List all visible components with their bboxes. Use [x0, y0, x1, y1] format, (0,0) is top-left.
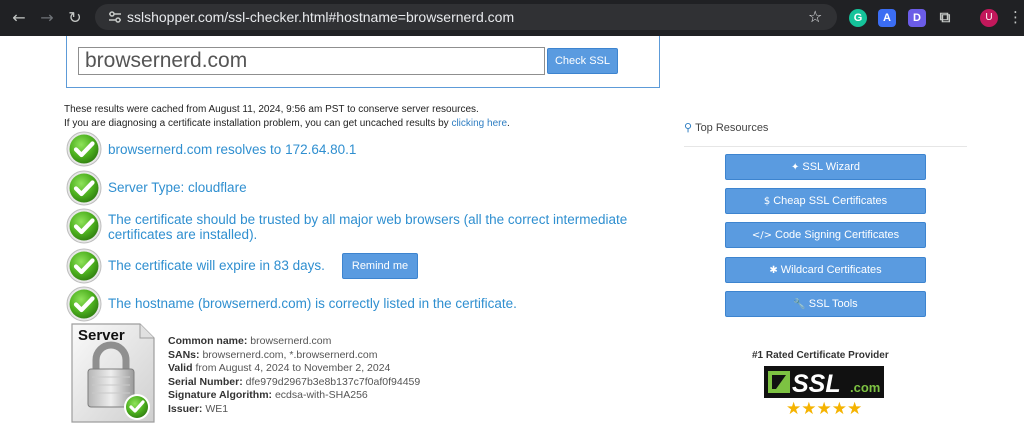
- hostname-input[interactable]: browsernerd.com: [78, 47, 545, 75]
- green-check-icon: [66, 170, 102, 206]
- valid-row: Valid from August 4, 2024 to November 2,…: [168, 362, 420, 376]
- code-signing-button[interactable]: </> Code Signing Certificates: [725, 222, 926, 248]
- cheap-ssl-label: Cheap SSL Certificates: [773, 195, 888, 207]
- top-resources-heading: ⚲ Top Resources: [684, 121, 768, 134]
- server-padlock-icon: Server: [71, 323, 155, 423]
- cache-notice-line1: These results were cached from August 11…: [64, 104, 479, 115]
- star-icon: ★: [801, 399, 817, 419]
- serial-label: Serial Number:: [168, 375, 243, 388]
- forward-icon[interactable]: →: [37, 8, 57, 28]
- sans-value: browsernerd.com, *.browsernerd.com: [202, 348, 378, 361]
- top-resources-title: Top Resources: [695, 122, 769, 134]
- common-name-value: browsernerd.com: [250, 335, 332, 347]
- serial-row: Serial Number: dfe979d2967b3e8b137c7f0af…: [168, 376, 420, 390]
- cache-notice: These results were cached from August 11…: [64, 103, 664, 131]
- star-icon: ★: [847, 399, 863, 419]
- wildcard-certificates-button[interactable]: ✱ Wildcard Certificates: [725, 257, 926, 283]
- common-name-label: Common name:: [168, 335, 248, 347]
- ssl-com-logo[interactable]: SSL .com: [764, 366, 884, 398]
- ssl-wizard-label: SSL Wizard: [802, 161, 861, 173]
- green-check-icon: [66, 131, 102, 167]
- wrench-icon: 🔧: [793, 299, 806, 310]
- issuer-row: Issuer: WE1: [168, 403, 420, 417]
- valid-value: from August 4, 2024 to November 2, 2024: [195, 362, 391, 374]
- wildcard-certificates-label: Wildcard Certificates: [780, 264, 882, 276]
- certificate-details: Common name: browsernerd.com SANs: brows…: [168, 335, 420, 416]
- provider-title: #1 Rated Certificate Provider: [752, 350, 889, 361]
- ssl-tools-label: SSL Tools: [808, 298, 858, 310]
- green-check-icon: [66, 208, 102, 244]
- serial-value: dfe979d2967b3e8b137c7f0af0f94459: [245, 375, 421, 388]
- remind-me-button[interactable]: Remind me: [342, 253, 418, 279]
- cheap-ssl-button[interactable]: $ Cheap SSL Certificates: [725, 188, 926, 214]
- cache-notice-line2: If you are diagnosing a certificate inst…: [64, 117, 664, 131]
- address-bar[interactable]: sslshopper.com/ssl-checker.html#hostname…: [95, 4, 837, 30]
- wand-icon: ✦: [790, 162, 800, 173]
- common-name-row: Common name: browsernerd.com: [168, 335, 420, 349]
- star-icon: ★: [831, 399, 847, 419]
- green-check-icon: [66, 248, 102, 284]
- issuer-label: Issuer:: [168, 402, 203, 415]
- result-text: The certificate will expire in 83 days.: [108, 258, 325, 273]
- grammarly-extension-icon[interactable]: G: [849, 9, 867, 27]
- ssl-tools-button[interactable]: 🔧 SSL Tools: [725, 291, 926, 317]
- cache-notice-suffix: .: [507, 118, 510, 129]
- ssl-logo-text: SSL: [792, 370, 841, 398]
- code-icon: </>: [751, 230, 772, 241]
- asterisk-icon: ✱: [769, 265, 778, 276]
- search-icon: ⚲: [684, 122, 693, 134]
- site-settings-icon[interactable]: [107, 9, 123, 25]
- star-icon: ★: [786, 399, 802, 419]
- valid-label: Valid: [168, 362, 193, 374]
- signature-algorithm-row: Signature Algorithm: ecdsa-with-SHA256: [168, 389, 420, 403]
- url-text[interactable]: sslshopper.com/ssl-checker.html#hostname…: [127, 9, 514, 25]
- profile-avatar[interactable]: U: [980, 9, 998, 27]
- uncached-results-link[interactable]: clicking here: [451, 118, 507, 129]
- result-text: The hostname (browsernerd.com) is correc…: [108, 296, 517, 311]
- ssl-logo-suffix: .com: [850, 380, 880, 395]
- sidebar-divider: [684, 146, 967, 147]
- check-ssl-button[interactable]: Check SSL: [547, 48, 618, 74]
- reload-icon[interactable]: ↻: [65, 8, 85, 28]
- rating-stars: ★★★★★: [786, 399, 862, 419]
- extensions-puzzle-icon[interactable]: ⧉: [936, 9, 954, 27]
- sans-row: SANs: browsernerd.com, *.browsernerd.com: [168, 349, 420, 363]
- translate-extension-icon[interactable]: A: [878, 9, 896, 27]
- browser-toolbar: ← → ↻ sslshopper.com/ssl-checker.html#ho…: [0, 0, 1024, 36]
- sans-label: SANs:: [168, 348, 200, 361]
- result-text: browsernerd.com resolves to 172.64.80.1: [108, 142, 357, 157]
- dollar-icon: $: [763, 196, 771, 207]
- ssl-wizard-button[interactable]: ✦ SSL Wizard: [725, 154, 926, 180]
- star-icon: ★: [816, 399, 832, 419]
- result-text: The certificate should be trusted by all…: [108, 212, 628, 227]
- green-check-icon: [66, 286, 102, 322]
- server-label: Server: [78, 327, 125, 344]
- issuer-value: WE1: [205, 402, 229, 415]
- hostname-search-panel: browsernerd.com Check SSL: [66, 36, 660, 88]
- result-text: Server Type: cloudflare: [108, 180, 247, 195]
- d-extension-icon[interactable]: D: [908, 9, 926, 27]
- signature-algorithm-label: Signature Algorithm:: [168, 389, 273, 401]
- cache-notice-prefix: If you are diagnosing a certificate inst…: [64, 118, 452, 129]
- result-text-continued: certificates are installed).: [108, 227, 258, 242]
- back-icon[interactable]: ←: [9, 8, 29, 28]
- code-signing-label: Code Signing Certificates: [775, 229, 900, 241]
- bookmark-star-icon[interactable]: ☆: [808, 7, 822, 26]
- menu-kebab-icon[interactable]: ⋮: [1008, 8, 1023, 26]
- signature-algorithm-value: ecdsa-with-SHA256: [274, 389, 368, 401]
